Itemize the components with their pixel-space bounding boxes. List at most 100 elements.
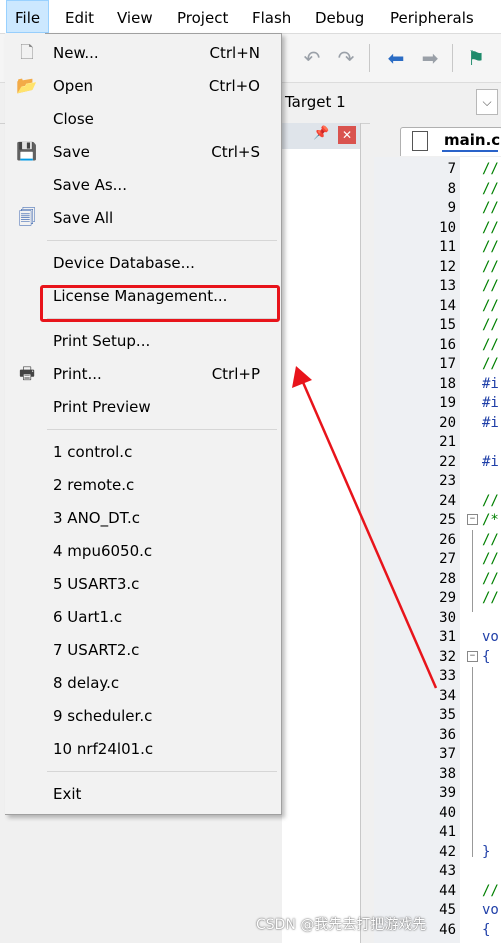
menu-item-print-preview[interactable]: Print Preview [6,391,278,423]
code-line: 15 // [374,317,501,337]
code-line: 22 #i [374,454,501,474]
code-text: // [482,590,499,606]
code-text: { [482,648,491,665]
line-number: 20 [439,414,456,431]
code-text: // [482,297,499,314]
menu-item-label: Save As... [53,176,127,194]
line-number: 45 [439,902,456,918]
menu-bar: File Edit View Project Flash Debug Perip… [0,0,501,34]
menu-debug[interactable]: Debug [307,0,372,33]
code-line: 18 #i [374,376,501,396]
menu-item-print-setup[interactable]: Print Setup... [6,325,278,357]
watermark: CSDN @我先去打把游戏先 [256,917,427,933]
menu-item-new[interactable]: 🗋 New... Ctrl+N [6,37,278,69]
menu-item-save[interactable]: 💾 Save Ctrl+S [6,136,278,168]
code-line: 37 [374,746,501,766]
menu-file[interactable]: File [6,0,50,33]
menu-item-label: Close [53,110,94,128]
menu-item-recent-file[interactable]: 8 delay.c [6,667,278,699]
menu-item-open[interactable]: 📂 Open Ctrl+O [6,70,278,102]
code-text: /* [482,512,499,528]
code-line: 31 vo [374,629,501,649]
close-icon[interactable]: ✕ [338,126,356,144]
code-text: // [482,200,499,216]
line-number: 10 [439,219,456,236]
code-text: // [482,336,499,353]
code-text: // [482,317,499,333]
menu-item-label: 1 control.c [53,443,133,461]
pin-icon[interactable]: 📌 [313,126,329,141]
menu-edit[interactable]: Edit [57,0,102,33]
code-text: #i [482,453,499,470]
menu-item-recent-file[interactable]: 3 ANO_DT.c [6,502,278,534]
code-text: // [482,278,499,294]
line-number: 26 [439,531,456,548]
code-line: 23 [374,473,501,493]
line-number: 9 [447,200,456,216]
line-number: 32 [439,648,456,665]
menu-item-recent-file[interactable]: 9 scheduler.c [6,700,278,732]
fold-toggle-icon[interactable]: − [467,514,478,525]
target-select[interactable]: Target 1 [285,93,346,111]
menu-item-recent-file[interactable]: 10 nrf24l01.c [6,733,278,765]
line-number: 28 [439,570,456,587]
menu-peripherals[interactable]: Peripherals [382,0,482,33]
menu-item-label: 9 scheduler.c [53,707,153,725]
line-number: 12 [439,258,456,275]
line-number: 38 [439,765,456,782]
menu-item-label: 10 nrf24l01.c [53,740,154,758]
line-number: 31 [439,629,456,645]
nav-back-icon[interactable]: ⬅ [382,44,410,72]
line-number: 21 [439,434,456,450]
fold-guide [472,667,473,857]
menu-item-recent-file[interactable]: 4 mpu6050.c [6,535,278,567]
menu-item-exit[interactable]: Exit [6,778,278,810]
menu-flash[interactable]: Flash [244,0,299,33]
line-number: 39 [439,785,456,801]
menu-item-shortcut: Ctrl+N [209,44,260,62]
menu-item-recent-file[interactable]: 2 remote.c [6,469,278,501]
menu-item-recent-file[interactable]: 7 USART2.c [6,634,278,666]
menu-item-label: Exit [53,785,82,803]
code-line: 35 [374,707,501,727]
code-line: 32 {− [374,649,501,669]
chevron-down-icon[interactable]: ⌵ [476,89,498,115]
menu-item-close[interactable]: Close [6,103,278,135]
menu-item-recent-file[interactable]: 6 Uart1.c [6,601,278,633]
menu-view[interactable]: View [109,0,161,33]
line-number: 13 [439,278,456,294]
code-text: // [482,239,499,255]
menu-item-label: Open [53,77,94,95]
nav-forward-icon[interactable]: ➡ [416,44,444,72]
fold-toggle-icon[interactable]: − [467,650,478,662]
menu-item-label: Save All [53,209,114,227]
menu-item-device-database[interactable]: Device Database... [6,247,278,279]
redo-icon[interactable]: ↷ [332,44,360,72]
menu-separator [47,771,277,772]
printer-icon: 🖶 [18,364,36,384]
save-all-icon: 🗐 [18,208,36,228]
flag-icon[interactable]: ⚑ [462,44,490,72]
code-line: 36 [374,727,501,747]
code-line: 13 // [374,278,501,298]
line-number: 36 [439,726,456,743]
tab-label: main.c [444,131,501,149]
menu-item-label: New... [53,44,99,62]
undo-icon[interactable]: ↶ [298,44,326,72]
line-number: 22 [439,453,456,470]
menu-item-print[interactable]: 🖶 Print... Ctrl+P [6,358,278,390]
menu-item-recent-file[interactable]: 5 USART3.c [6,568,278,600]
code-line: 16 // [374,337,501,357]
code-line: 34 [374,688,501,708]
code-line: 27 // [374,551,501,571]
line-number: 17 [439,356,456,372]
menu-item-save-all[interactable]: 🗐 Save All [6,202,278,234]
code-line: 44 // [374,883,501,903]
menu-item-recent-file[interactable]: 1 control.c [6,436,278,468]
menu-item-save-as[interactable]: Save As... [6,169,278,201]
save-icon: 💾 [16,142,38,162]
line-number: 14 [439,297,456,314]
menu-project[interactable]: Project [169,0,236,33]
code-text: #i [482,414,499,431]
toolbar-separator [452,44,453,72]
